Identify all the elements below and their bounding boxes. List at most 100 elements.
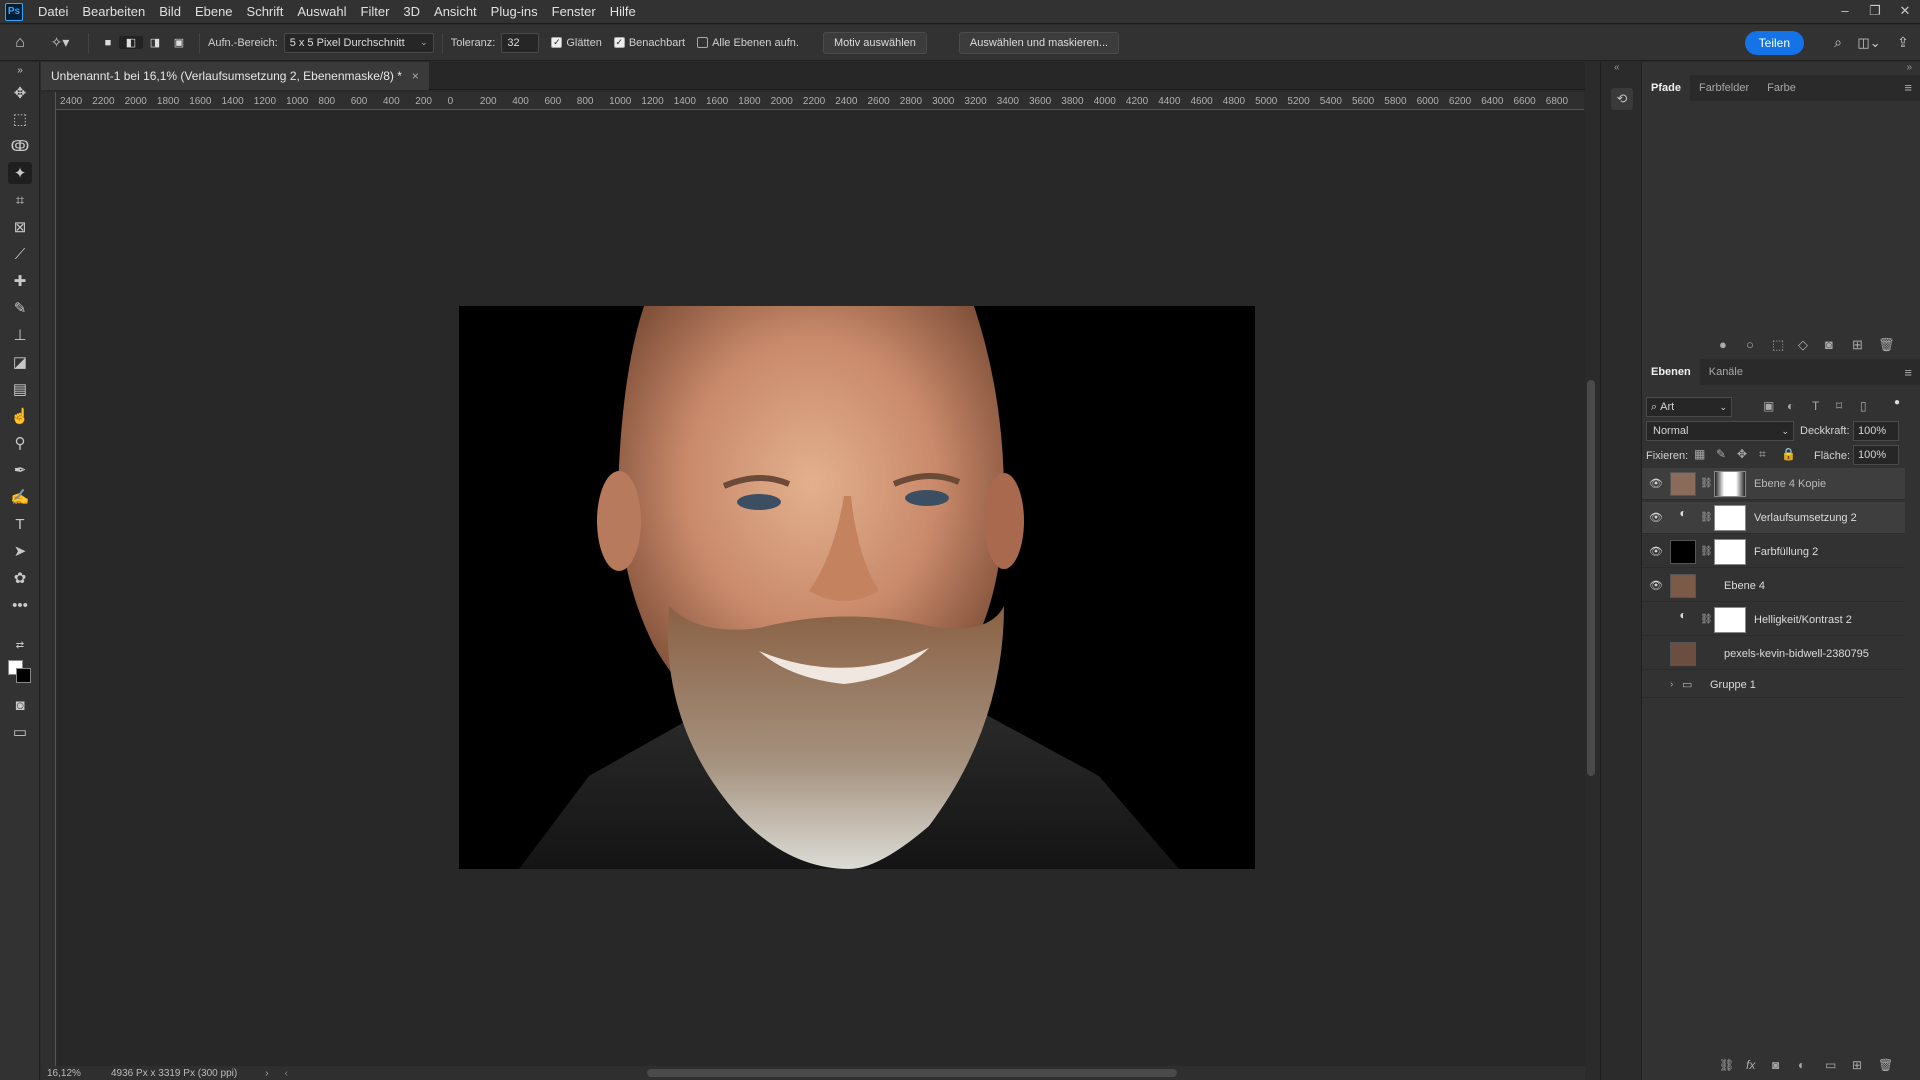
crop-tool-icon[interactable]: ⌗	[8, 189, 32, 211]
menu-auswahl[interactable]: Auswahl	[290, 4, 353, 19]
layer-row[interactable]: 👁 Ebene 4	[1642, 570, 1905, 602]
new-group-icon[interactable]: ▭	[1825, 1058, 1836, 1072]
dodge-tool-icon[interactable]: ⚲	[8, 432, 32, 454]
tab-pfade[interactable]: Pfade	[1642, 75, 1690, 101]
tab-kanaele[interactable]: Kanäle	[1700, 359, 1752, 385]
chevron-right-icon[interactable]: ›	[1670, 679, 1682, 690]
menu-bearbeiten[interactable]: Bearbeiten	[75, 4, 152, 19]
menu-fenster[interactable]: Fenster	[545, 4, 603, 19]
all-layers-checkbox[interactable]	[697, 37, 709, 48]
healing-brush-icon[interactable]: ✚	[8, 270, 32, 292]
eye-icon[interactable]: 👁	[1642, 579, 1670, 592]
frame-tool-icon[interactable]: ⊠	[8, 216, 32, 238]
marquee-tool-icon[interactable]: ⬚	[8, 108, 32, 130]
layer-filter-select[interactable]: ⌕ Art ⌄	[1646, 397, 1732, 417]
fill-input[interactable]: 100%	[1853, 445, 1899, 465]
close-tab-icon[interactable]: ×	[412, 69, 419, 83]
selection-to-path-icon[interactable]: ◇	[1798, 337, 1808, 353]
add-mask-icon[interactable]: ◙	[1772, 1058, 1779, 1072]
restore-button[interactable]: ❐	[1860, 0, 1890, 24]
eyedropper-tool-icon[interactable]: ⟋	[8, 243, 32, 265]
workspace-icon[interactable]: ◫⌄	[1852, 35, 1886, 51]
new-selection-icon[interactable]: ■	[97, 37, 119, 49]
layer-mask-thumbnail[interactable]	[1714, 606, 1746, 633]
delete-layer-icon[interactable]: 🗑	[1878, 1058, 1893, 1072]
export-icon[interactable]: ⇪	[1886, 34, 1920, 51]
gradient-tool-icon[interactable]: ▤	[8, 378, 32, 400]
filter-type-icon[interactable]: T	[1812, 399, 1819, 413]
layer-mask-thumbnail[interactable]	[1714, 470, 1746, 497]
eye-icon[interactable]: 👁	[1642, 511, 1670, 524]
path-to-selection-icon[interactable]: ⬚	[1772, 337, 1784, 353]
brush-tool-icon[interactable]: ✎	[8, 297, 32, 319]
contiguous-checkbox[interactable]: ✓	[613, 37, 625, 48]
path-selection-icon[interactable]: ➤	[8, 540, 32, 562]
fx-icon[interactable]: fx	[1746, 1058, 1755, 1072]
new-path-icon[interactable]: ⊞	[1852, 337, 1863, 353]
chain-link-icon[interactable]: ⛓	[1700, 478, 1713, 489]
filter-smartobject-icon[interactable]: ▯	[1860, 399, 1867, 413]
menu-3d[interactable]: 3D	[396, 4, 427, 19]
menu-filter[interactable]: Filter	[354, 4, 397, 19]
zoom-level[interactable]: 16,12%	[41, 1068, 99, 1079]
stamp-tool-icon[interactable]: ⊥	[8, 324, 32, 346]
new-layer-icon[interactable]: ⊞	[1852, 1058, 1862, 1072]
tab-farbfelder[interactable]: Farbfelder	[1690, 75, 1758, 101]
filter-pixel-icon[interactable]: ▣	[1763, 399, 1774, 413]
shape-tool-icon[interactable]: ✿	[8, 567, 32, 589]
vertical-scrollbar[interactable]	[1585, 92, 1597, 1066]
fill-path-icon[interactable]: ●	[1719, 337, 1727, 352]
sample-size-select[interactable]: 5 x 5 Pixel Durchschnitt ⌄	[283, 32, 434, 53]
layer-row[interactable]: 👁 ⛓ Ebene 4 Kopie	[1642, 468, 1905, 500]
chain-link-icon[interactable]: ⛓	[1700, 546, 1713, 557]
layer-row[interactable]: □ ◐ ⛓ Helligkeit/Kontrast 2	[1642, 604, 1905, 636]
lock-position-icon[interactable]: ✥	[1737, 447, 1747, 461]
menu-bild[interactable]: Bild	[152, 4, 188, 19]
panel-menu-icon[interactable]: ≡	[1904, 80, 1912, 95]
minimize-button[interactable]: –	[1830, 0, 1860, 24]
vertical-scroll-thumb[interactable]	[1587, 380, 1595, 776]
eye-icon[interactable]: 👁	[1642, 545, 1670, 558]
lock-pixels-icon[interactable]: ✎	[1716, 447, 1726, 461]
eye-hidden-icon[interactable]: □	[1642, 614, 1670, 626]
lock-all-icon[interactable]: 🔒	[1781, 447, 1796, 461]
freeform-pen-icon[interactable]: ✍	[8, 486, 32, 508]
add-selection-icon[interactable]: ◧	[119, 36, 143, 49]
stroke-path-icon[interactable]: ○	[1746, 337, 1754, 352]
chevron-right-icon[interactable]: ›	[265, 1068, 268, 1079]
chevron-left-icon[interactable]: ‹	[285, 1068, 288, 1079]
smudge-tool-icon[interactable]: ☝	[8, 405, 32, 427]
home-icon[interactable]: ⌂	[0, 34, 40, 52]
menu-plugins[interactable]: Plug-ins	[484, 4, 545, 19]
layer-group-row[interactable]: □ › ▭ Gruppe 1	[1642, 672, 1905, 698]
filter-shape-icon[interactable]: ⌑	[1836, 399, 1842, 413]
add-mask-icon[interactable]: ◙	[1825, 337, 1833, 352]
lasso-tool-icon[interactable]: ↂ	[8, 135, 32, 157]
horizontal-scroll-thumb[interactable]	[647, 1069, 1177, 1077]
magic-wand-tool-icon[interactable]: ✦	[8, 162, 32, 184]
tolerance-input[interactable]: 32	[501, 32, 540, 53]
document-canvas[interactable]	[459, 306, 1255, 869]
menu-ansicht[interactable]: Ansicht	[427, 4, 484, 19]
menu-hilfe[interactable]: Hilfe	[603, 4, 643, 19]
menu-datei[interactable]: Datei	[31, 4, 75, 19]
chain-link-icon[interactable]: ⛓	[1700, 614, 1713, 625]
layer-mask-thumbnail[interactable]	[1714, 504, 1746, 531]
document-info[interactable]: 4936 Px x 3319 Px (300 ppi)	[99, 1068, 237, 1079]
collapse-icon[interactable]: »	[8, 64, 32, 76]
tab-ebenen[interactable]: Ebenen	[1642, 359, 1700, 385]
layers-menu-icon[interactable]: ≡	[1904, 365, 1912, 380]
search-icon[interactable]: ⌕	[1824, 34, 1852, 51]
history-icon[interactable]: ⟲	[1611, 88, 1633, 110]
adjustment-layer-icon[interactable]: ◐	[1798, 1058, 1805, 1072]
photoshop-logo-icon[interactable]: Ps	[5, 2, 23, 21]
menu-ebene[interactable]: Ebene	[188, 4, 240, 19]
expand-panels-icon[interactable]: »	[1906, 62, 1912, 73]
eye-hidden-icon[interactable]: □	[1642, 648, 1670, 660]
lock-transparency-icon[interactable]: ▦	[1694, 447, 1705, 461]
type-tool-icon[interactable]: T	[8, 513, 32, 535]
screen-mode-icon[interactable]: ▭	[8, 721, 32, 743]
more-tools-icon[interactable]: •••	[8, 594, 32, 616]
menu-schrift[interactable]: Schrift	[240, 4, 291, 19]
layer-row[interactable]: □ pexels-kevin-bidwell-2380795	[1642, 638, 1905, 670]
